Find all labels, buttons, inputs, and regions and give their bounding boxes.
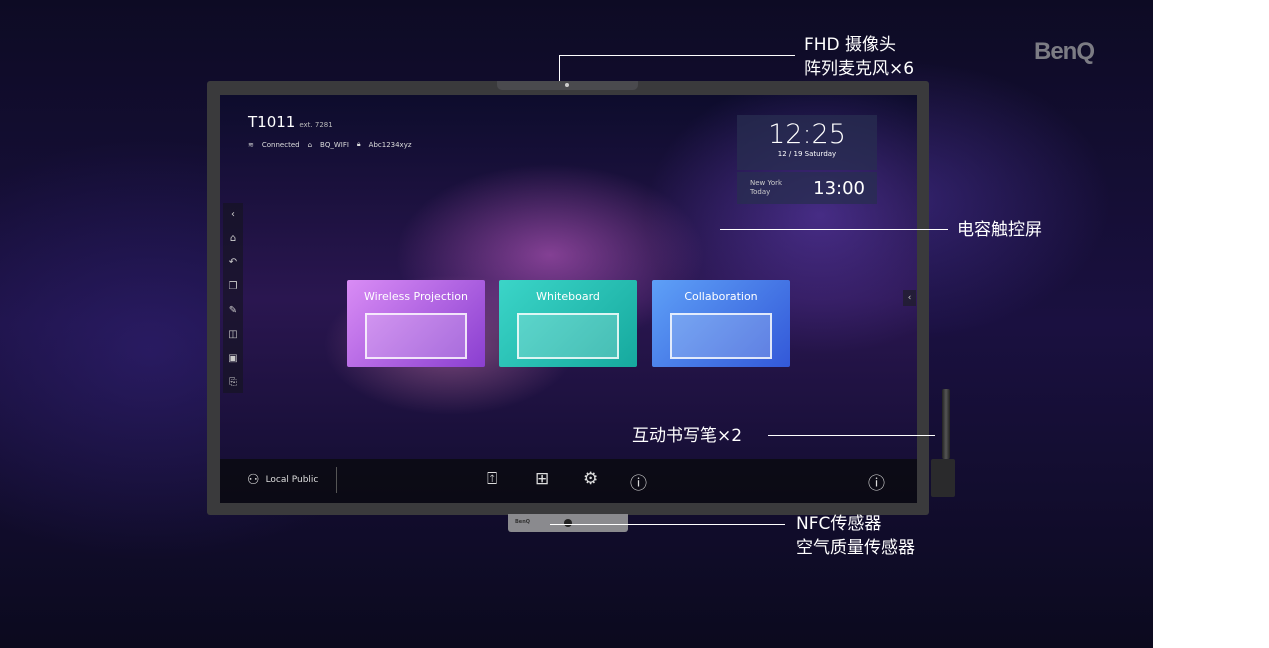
user-icon: ⚇ <box>247 472 260 488</box>
device-info: T1011 ext. 7281 <box>248 113 333 131</box>
world-clock-city: New York <box>750 179 783 187</box>
pen-holder <box>931 459 955 497</box>
callout-line <box>560 55 795 56</box>
info-settings-icon[interactable]: ⓘ <box>868 469 885 494</box>
lock-icon: 🔒︎ <box>356 140 361 148</box>
sensor-icon <box>564 519 572 527</box>
pen-icon[interactable]: ✎ <box>229 302 237 320</box>
chevron-left-icon[interactable]: ‹ <box>903 290 916 306</box>
app-label: Collaboration <box>684 290 758 303</box>
gear-icon[interactable]: ⚙ <box>583 469 598 489</box>
apps-grid-icon[interactable]: ⊞ <box>535 469 549 489</box>
world-clock-widget: New York Today 13:00 <box>737 172 877 204</box>
wifi-icon: ≋ <box>248 140 254 149</box>
display-screen: T1011 ext. 7281 ≋ Connected ⌂ BQ_WIFI 🔒︎ Abc… <box>220 95 917 503</box>
app-label: Wireless Projection <box>364 290 468 303</box>
whiteboard-illustration <box>517 313 619 359</box>
benq-logo: BenQ <box>1034 38 1095 65</box>
app-collaboration[interactable]: Collaboration <box>652 280 790 367</box>
network-info: ≋ Connected ⌂ BQ_WIFI 🔒︎ Abc1234xyz <box>248 140 412 149</box>
back-icon[interactable]: ↶ <box>229 254 237 272</box>
callout-line <box>720 229 948 230</box>
input-icon[interactable]: ⎘ <box>229 374 237 392</box>
clock-time: 12:25 <box>768 119 846 150</box>
app-whiteboard[interactable]: Whiteboard <box>499 280 637 367</box>
split-icon[interactable]: ◫ <box>228 326 237 344</box>
wifi-password: Abc1234xyz <box>368 140 412 149</box>
callout-sensors: NFC传感器 空气质量传感器 <box>796 514 915 558</box>
collaboration-illustration <box>670 313 772 359</box>
chevron-left-icon[interactable]: ‹ <box>231 206 235 224</box>
world-clock-day: Today <box>750 188 771 196</box>
user-account-button[interactable]: ⚇ Local Public <box>247 472 318 488</box>
user-name: Local Public <box>265 475 319 485</box>
extension: ext. 7281 <box>299 121 333 129</box>
app-label: Whiteboard <box>536 290 600 303</box>
router-icon: ⌂ <box>307 140 313 149</box>
screen-share-icon[interactable]: ⍐ <box>487 469 497 489</box>
clock-date: 12 / 19 Saturday <box>777 150 837 158</box>
camera-bar <box>497 81 638 90</box>
divider <box>336 467 337 493</box>
clock-widget: 12:25 12 / 19 Saturday <box>737 115 877 170</box>
stylus-pen <box>942 389 950 459</box>
callout-line <box>559 55 560 81</box>
camera-lens-icon <box>565 83 569 87</box>
callout-line <box>768 435 935 436</box>
side-toolbar: ‹ ⌂ ↶ ❐ ✎ ◫ ▣ ⎘ <box>223 203 243 393</box>
network-status: Connected <box>261 140 300 149</box>
windows-icon[interactable]: ❐ <box>229 278 238 296</box>
world-clock-time: 13:00 <box>813 178 865 199</box>
device-name: T1011 <box>248 113 296 131</box>
callout-touchscreen: 电容触控屏 <box>957 220 1042 240</box>
module-logo: BenQ <box>515 519 531 525</box>
taskbar: ⚇ Local Public ⍐ ⊞ ⚙ ⓘ ⓘ <box>220 459 917 503</box>
callout-pen: 互动书写笔×2 <box>632 426 743 446</box>
home-icon[interactable]: ⌂ <box>230 230 236 248</box>
app-wireless-projection[interactable]: Wireless Projection <box>347 280 485 367</box>
projection-illustration <box>365 313 467 359</box>
nfc-sensor-module: BenQ <box>508 514 628 532</box>
ssid: BQ_WIFI <box>320 140 349 149</box>
pip-icon[interactable]: ▣ <box>228 350 237 368</box>
help-icon[interactable]: ⓘ <box>630 469 647 494</box>
callout-line <box>550 524 785 525</box>
callout-camera: FHD 摄像头 阵列麦克风×6 <box>804 35 915 79</box>
